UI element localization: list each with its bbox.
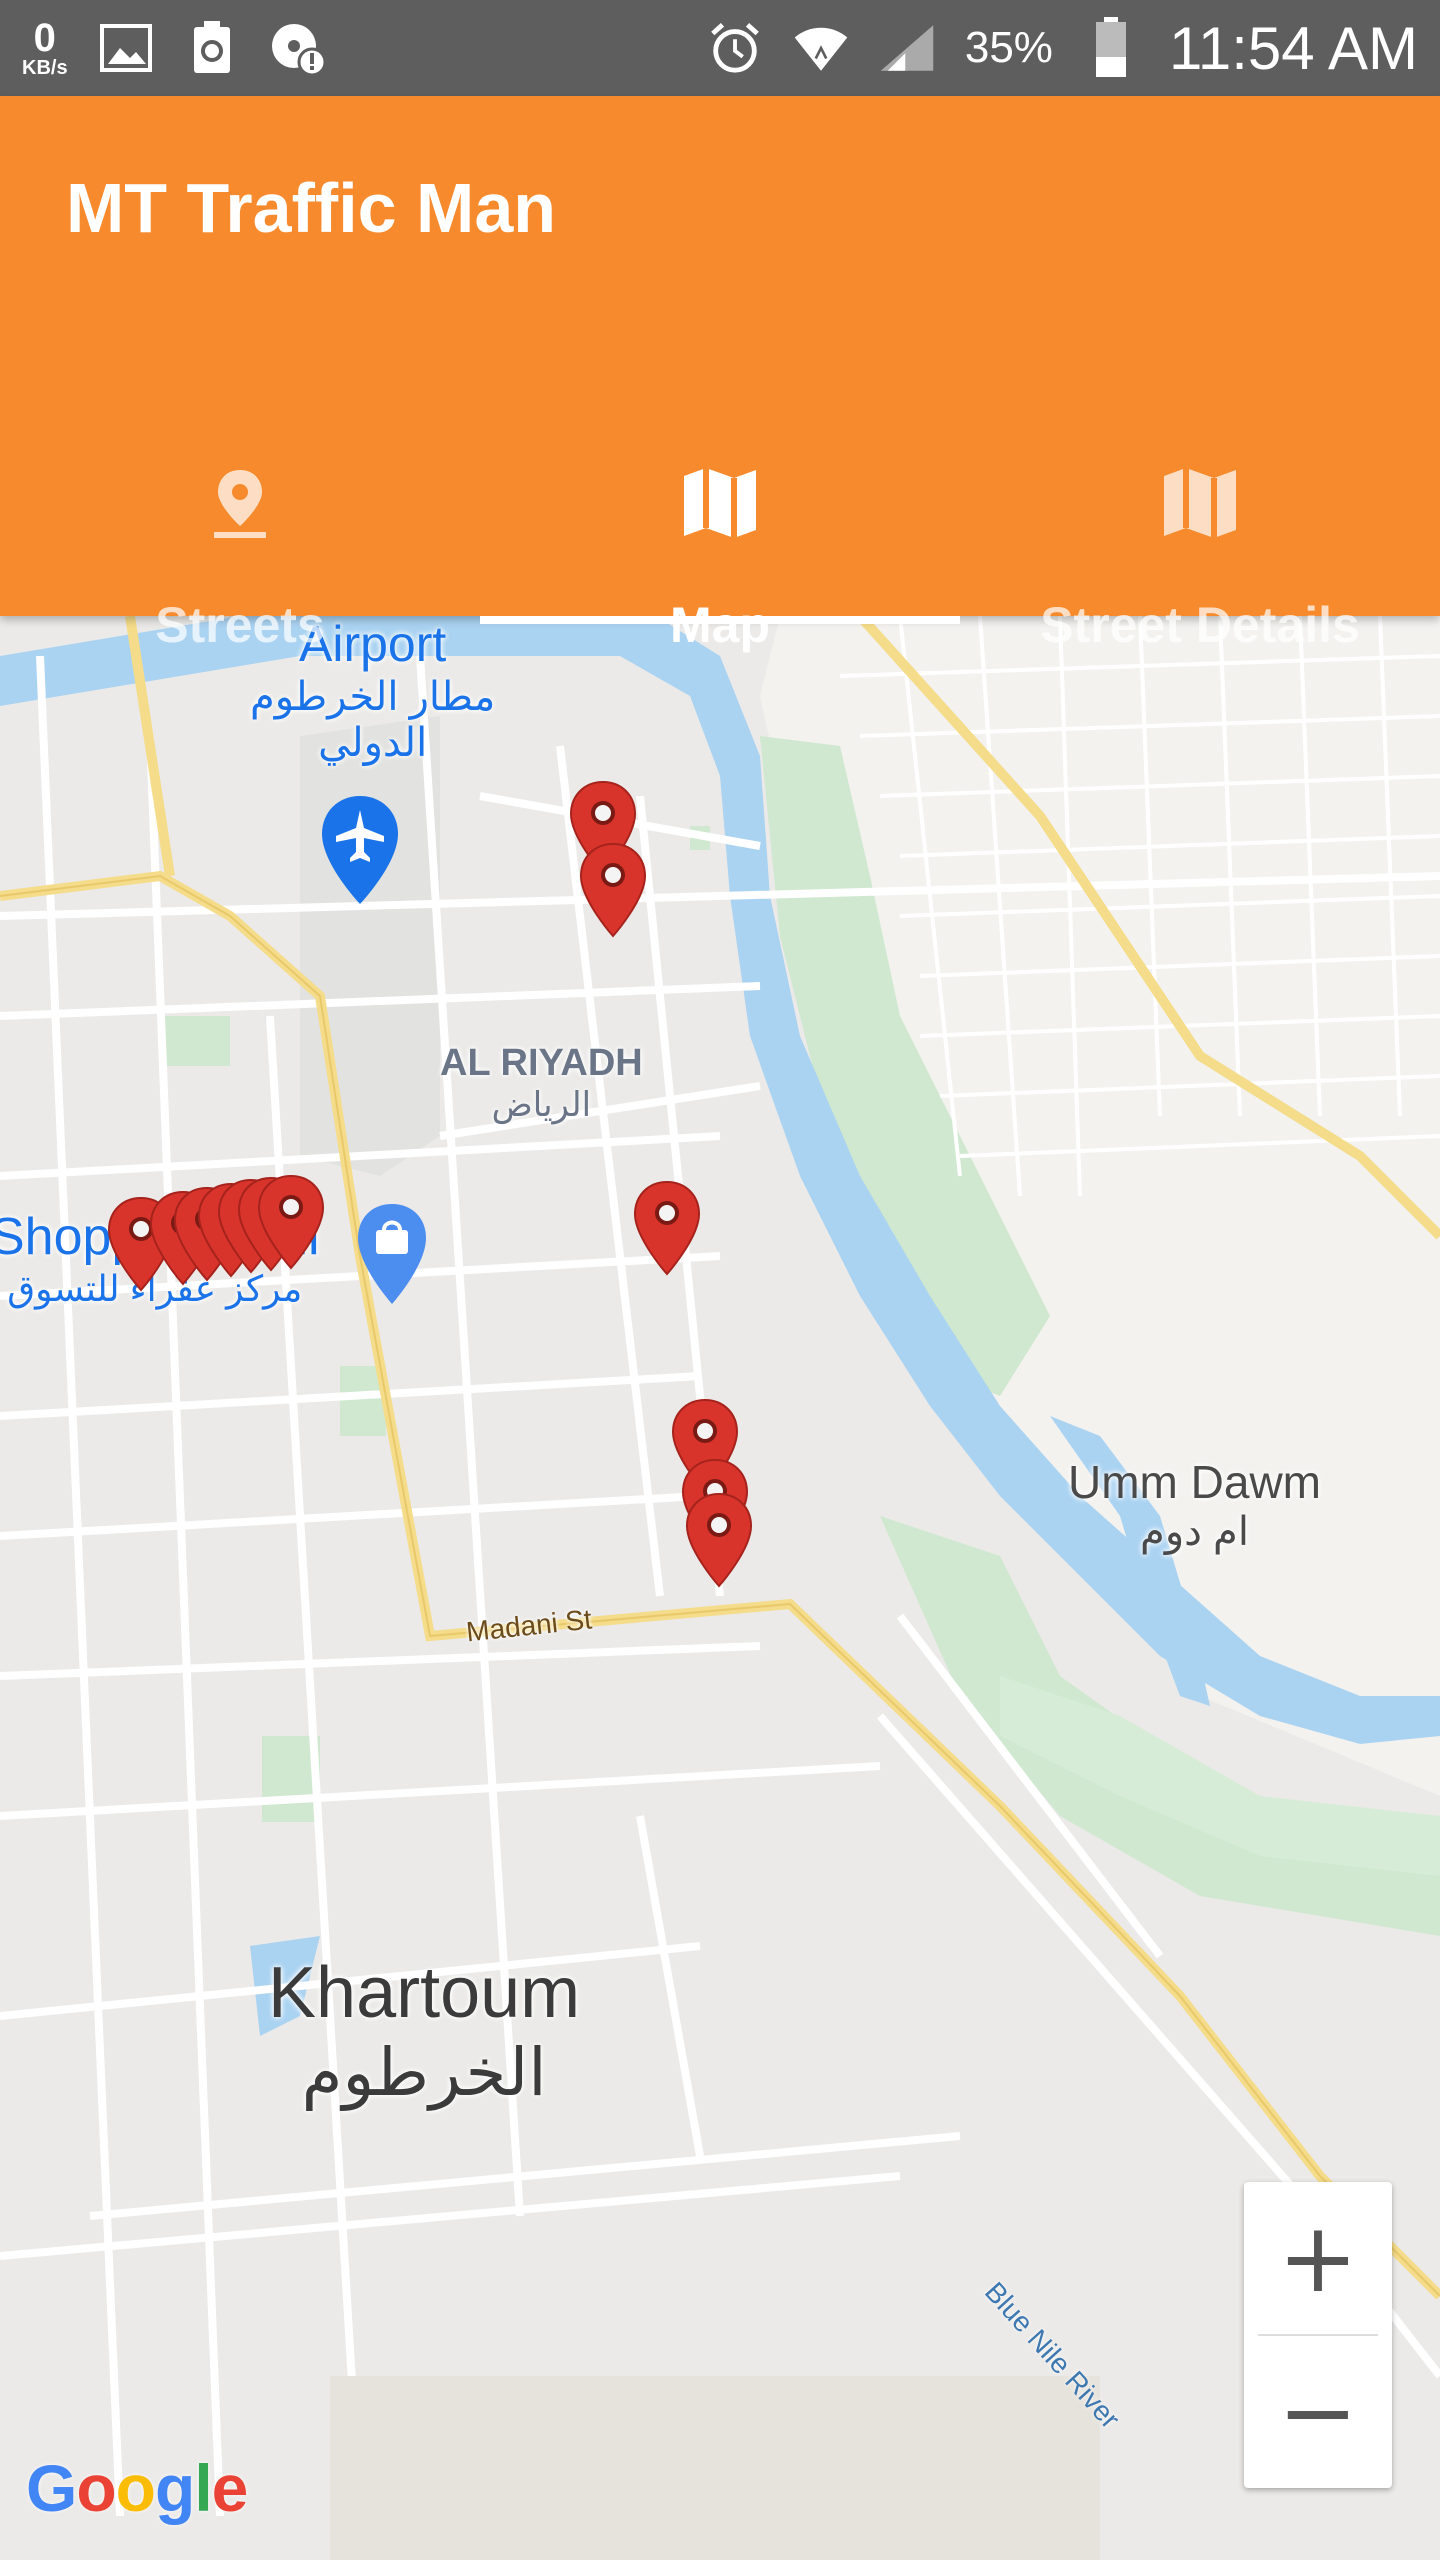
google-logo: Google <box>26 2450 249 2526</box>
tab-bar: Streets Map Street Details <box>0 352 1440 653</box>
zoom-out-button[interactable]: − <box>1244 2336 1392 2488</box>
net-speed-value: 0 <box>33 16 56 60</box>
google-logo-letter: e <box>211 2451 249 2525</box>
image-icon <box>98 20 154 76</box>
umm-dawm-label-ar: ام دوم <box>1140 1509 1249 1554</box>
google-logo-letter: G <box>26 2451 77 2525</box>
zoom-controls: + − <box>1244 2182 1392 2488</box>
tab-streets-label: Streets <box>155 597 325 653</box>
sd-alert-icon <box>270 20 326 76</box>
khartoum-label-ar: الخرطوم <box>301 2034 547 2109</box>
tab-map[interactable]: Map <box>480 352 960 653</box>
map-marker-pin-icon[interactable] <box>578 842 648 938</box>
app-title: MT Traffic Man <box>66 169 557 247</box>
net-speed-indicator: 0 KB/s <box>22 18 68 78</box>
tab-street-details-label: Street Details <box>1040 597 1360 653</box>
google-logo-letter: l <box>194 2451 212 2525</box>
clock: 11:54 AM <box>1168 14 1418 82</box>
airport-label-ar-1: مطار الخرطوم <box>250 674 496 719</box>
shopping-bag-icon[interactable] <box>354 1202 430 1311</box>
map-icon <box>682 466 758 545</box>
google-logo-letter: o <box>76 2451 116 2525</box>
recycle-battery-icon <box>184 20 240 76</box>
khartoum-label: Khartoum الخرطوم <box>268 1952 580 2111</box>
airport-label-ar-2: الدولي <box>318 720 428 765</box>
google-logo-letter: g <box>155 2451 195 2525</box>
app-bar: MT Traffic Man Streets Map Street Detail… <box>0 96 1440 653</box>
status-bar: 0 KB/s 35% 11:54 AM <box>0 0 1440 96</box>
map-icon <box>1162 466 1238 545</box>
battery-icon <box>1083 17 1139 77</box>
map-marker-pin-icon[interactable] <box>256 1174 326 1270</box>
al-riyadh-label: AL RIYADH الرياض <box>440 1042 643 1125</box>
map-view[interactable]: Airport مطار الخرطوم الدولي AL RIYADH ال… <box>0 616 1440 2560</box>
tab-map-label: Map <box>670 597 770 653</box>
map-marker-pin-icon[interactable] <box>632 1180 702 1276</box>
tab-street-details[interactable]: Street Details <box>960 352 1440 653</box>
alarm-icon <box>707 20 763 76</box>
google-logo-letter: o <box>115 2451 156 2525</box>
signal-icon <box>879 20 935 76</box>
umm-dawm-label: Umm Dawm ام دوم <box>1068 1456 1321 1555</box>
al-riyadh-label-en: AL RIYADH <box>440 1042 643 1084</box>
wifi-icon <box>793 20 849 76</box>
khartoum-label-en: Khartoum <box>268 1953 581 2033</box>
zoom-in-button[interactable]: + <box>1244 2182 1392 2334</box>
tab-streets[interactable]: Streets <box>0 352 480 653</box>
airport-icon[interactable] <box>318 794 402 911</box>
map-marker-pin-icon[interactable] <box>684 1492 754 1588</box>
battery-percent: 35% <box>964 23 1053 72</box>
umm-dawm-label-en: Umm Dawm <box>1068 1456 1321 1508</box>
net-speed-unit: KB/s <box>22 57 68 79</box>
location-pin-icon <box>210 466 270 545</box>
al-riyadh-label-ar: الرياض <box>491 1085 592 1124</box>
